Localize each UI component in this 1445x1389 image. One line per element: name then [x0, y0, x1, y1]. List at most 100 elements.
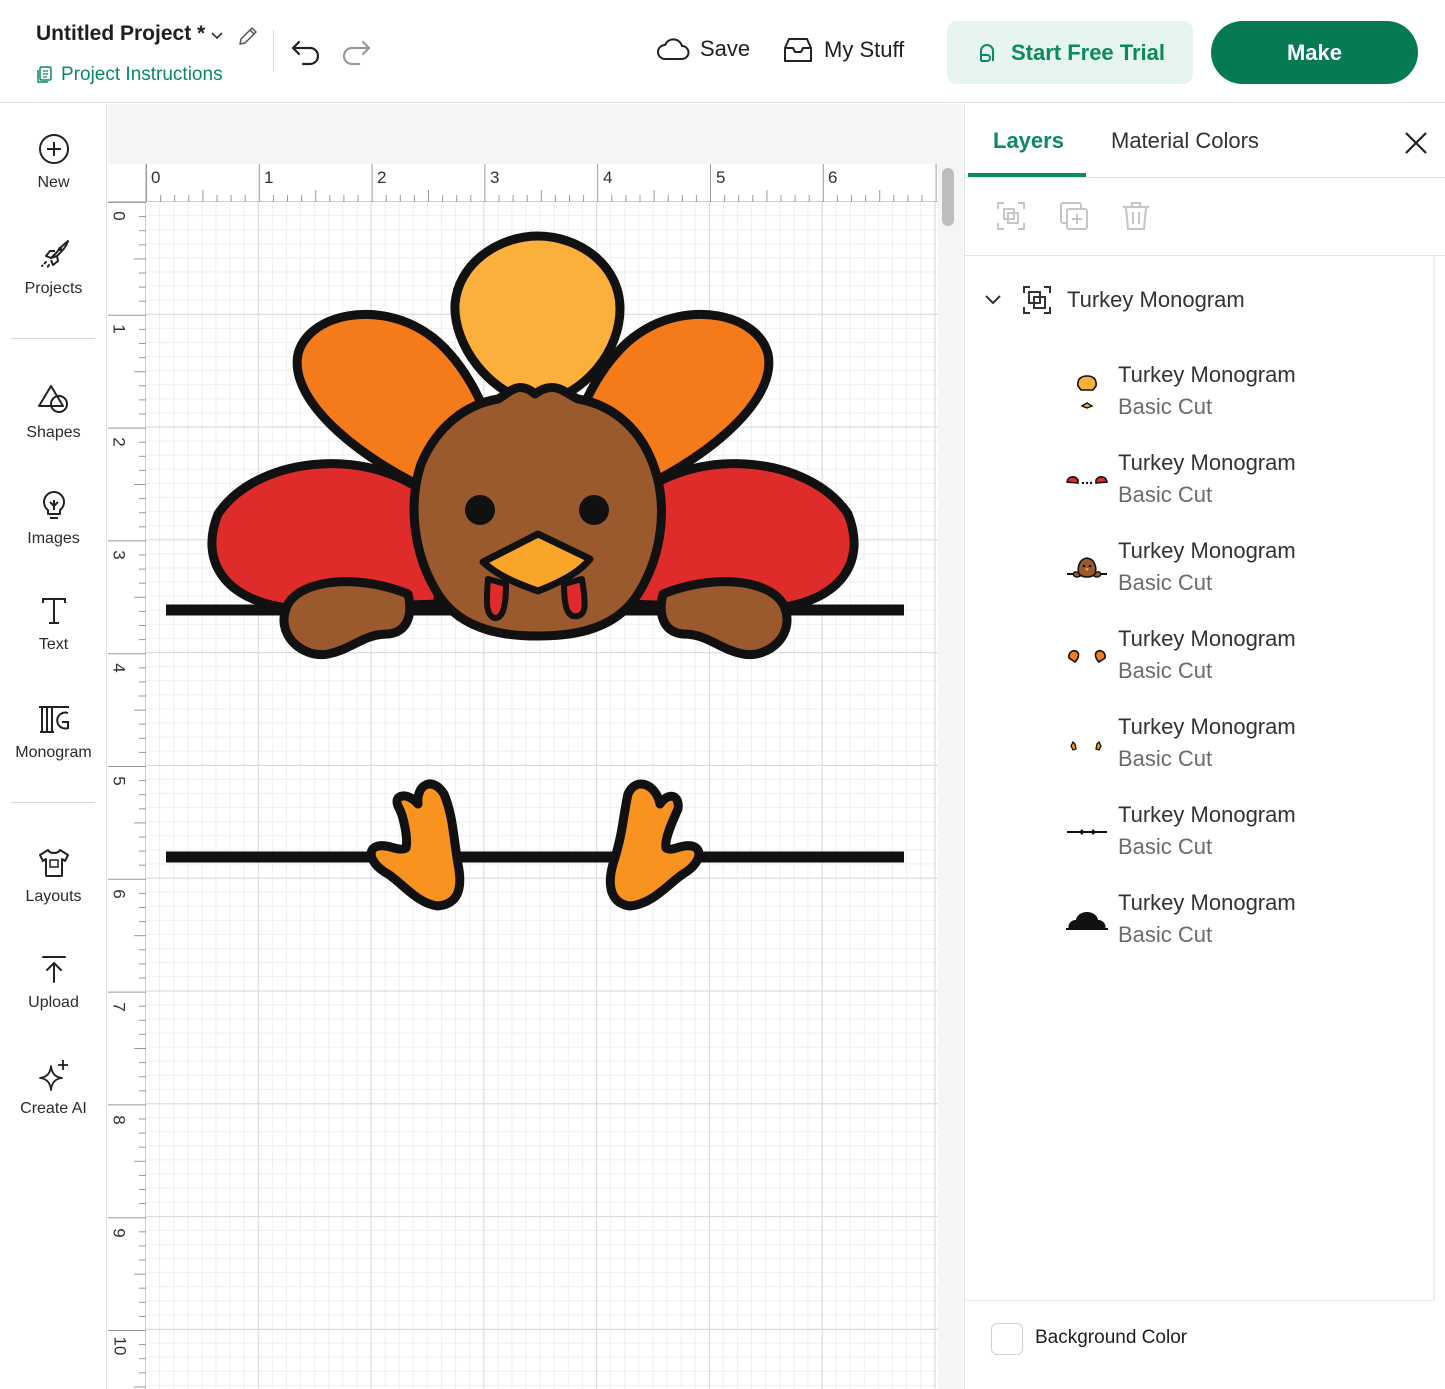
my-stuff-label: My Stuff: [824, 37, 905, 62]
divider: [273, 30, 274, 72]
layer-item[interactable]: Turkey Monogram Basic Cut: [1065, 538, 1425, 610]
ruler-label: 4: [603, 168, 613, 187]
sidebar-item-projects[interactable]: Projects: [0, 238, 107, 298]
layer-type: Basic Cut: [1118, 482, 1213, 507]
ruler-label: 0: [109, 211, 129, 221]
make-button[interactable]: Make: [1211, 21, 1418, 84]
layer-item[interactable]: Turkey Monogram Basic Cut: [1065, 626, 1425, 698]
sidebar-item-layouts[interactable]: Layouts: [0, 846, 107, 906]
shapes-icon: [37, 385, 68, 413]
chevron-down-icon[interactable]: [983, 290, 1003, 310]
tab-material-colors[interactable]: Material Colors: [1111, 128, 1259, 154]
ruler-label: 6: [109, 889, 129, 899]
project-title[interactable]: Untitled Project *: [36, 22, 205, 46]
layer-type: Basic Cut: [1118, 570, 1213, 595]
ruler-label: 5: [109, 776, 129, 786]
redo-icon[interactable]: [339, 34, 373, 66]
layer-name: Turkey Monogram: [1118, 802, 1296, 827]
rocket-icon: [40, 240, 69, 270]
layer-name: Turkey Monogram: [1118, 626, 1296, 651]
layer-name: Turkey Monogram: [1118, 714, 1296, 739]
sidebar-divider: [11, 338, 95, 339]
sidebar-item-create-ai[interactable]: Create AI: [0, 1058, 107, 1118]
cricut-access-icon: [979, 43, 994, 62]
project-instructions-link[interactable]: Project Instructions: [36, 64, 223, 86]
sidebar-item-shapes[interactable]: Shapes: [0, 382, 107, 442]
sidebar-label: Monogram: [15, 744, 92, 761]
sidebar-label: Images: [27, 530, 80, 547]
sidebar-item-new[interactable]: New: [0, 132, 107, 192]
left-sidebar: New Projects Shapes Images Text Monogram…: [0, 104, 107, 1389]
layer-item[interactable]: Turkey Monogram Basic Cut: [1065, 890, 1425, 962]
ruler-label: 10: [110, 1336, 130, 1356]
ruler-label: 2: [109, 437, 129, 447]
save-label: Save: [700, 36, 751, 61]
group-icon[interactable]: [995, 200, 1027, 232]
pencil-icon[interactable]: [236, 24, 260, 48]
top-bar: Untitled Project * Project Instructions …: [0, 0, 1445, 103]
panel-scrollbar[interactable]: [1433, 256, 1435, 1300]
layer-thumbnail: [1067, 829, 1107, 835]
ruler-label: 3: [109, 550, 129, 560]
divider: [965, 255, 1445, 256]
layer-group-turkey-monogram[interactable]: Turkey Monogram: [983, 284, 1245, 316]
lightbulb-icon: [42, 491, 65, 519]
ruler-vertical: 0 1 2 3 4 5 6 7 8 9 10: [108, 202, 146, 1389]
layer-item[interactable]: Turkey Monogram Basic Cut: [1065, 362, 1425, 434]
layer-thumbnail: [1070, 740, 1102, 751]
save-button[interactable]: Save: [656, 36, 750, 62]
layer-item[interactable]: Turkey Monogram Basic Cut: [1065, 802, 1425, 874]
sidebar-item-images[interactable]: Images: [0, 488, 107, 548]
layer-item[interactable]: Turkey Monogram Basic Cut: [1065, 714, 1425, 786]
group-icon: [1023, 286, 1051, 314]
sidebar-item-monogram[interactable]: Monogram: [0, 702, 107, 762]
ruler-label: 0: [151, 168, 161, 187]
layer-type: Basic Cut: [1118, 922, 1213, 947]
layer-thumbnail: [1066, 912, 1108, 930]
trial-label: Start Free Trial: [1010, 39, 1166, 65]
ruler-ticks: [108, 202, 146, 1388]
text-icon: [41, 598, 66, 624]
close-icon[interactable]: [1403, 130, 1429, 156]
my-stuff-button[interactable]: My Stuff: [782, 36, 904, 64]
layer-thumbnail: [1068, 649, 1106, 664]
sidebar-item-text[interactable]: Text: [0, 594, 107, 654]
document-icon: [37, 66, 52, 83]
design-canvas-area[interactable]: 0 1 2 3 4 5 6 0 1 2 3 4 5 6 7 8 9 10: [108, 104, 963, 1389]
layer-name: Turkey Monogram: [1118, 538, 1296, 563]
sidebar-label: Upload: [28, 994, 79, 1011]
group-name: Turkey Monogram: [1067, 287, 1245, 312]
ruler-horizontal: 0 1 2 3 4 5 6: [146, 164, 938, 202]
upload-icon: [41, 956, 66, 983]
layer-name: Turkey Monogram: [1118, 450, 1296, 475]
layer-thumbnail: [1077, 375, 1097, 409]
duplicate-icon[interactable]: [1058, 200, 1090, 232]
cloud-icon: [657, 38, 690, 60]
mat-grid[interactable]: 0 1 2 3 4 5 6 0 1 2 3 4 5 6 7 8 9 10: [108, 164, 938, 1389]
sidebar-label: Shapes: [26, 424, 81, 441]
monogram-icon: [38, 706, 69, 733]
ruler-label: 1: [264, 168, 274, 187]
canvas-scrollbar[interactable]: [942, 168, 954, 226]
start-free-trial-button[interactable]: Start Free Trial: [947, 21, 1193, 84]
layer-type: Basic Cut: [1118, 746, 1213, 771]
sidebar-label: Layouts: [25, 888, 82, 905]
layer-item[interactable]: Turkey Monogram Basic Cut: [1065, 450, 1425, 522]
chevron-down-icon[interactable]: [208, 26, 226, 44]
layer-type: Basic Cut: [1118, 834, 1213, 859]
trash-icon[interactable]: [1120, 200, 1152, 232]
ruler-corner: [108, 164, 146, 202]
ruler-label: 2: [377, 168, 387, 187]
sidebar-divider: [11, 802, 95, 803]
ruler-label: 4: [109, 663, 129, 673]
sidebar-label: Text: [38, 636, 69, 653]
background-color-checkbox[interactable]: [991, 1323, 1023, 1355]
ruler-label: 9: [109, 1228, 129, 1238]
ruler-label: 1: [109, 324, 129, 334]
divider: [965, 1300, 1435, 1301]
sidebar-item-upload[interactable]: Upload: [0, 952, 107, 1012]
ruler-label: 8: [109, 1115, 129, 1125]
undo-icon[interactable]: [289, 34, 323, 66]
tab-layers[interactable]: Layers: [993, 128, 1064, 154]
tshirt-icon: [38, 849, 69, 877]
